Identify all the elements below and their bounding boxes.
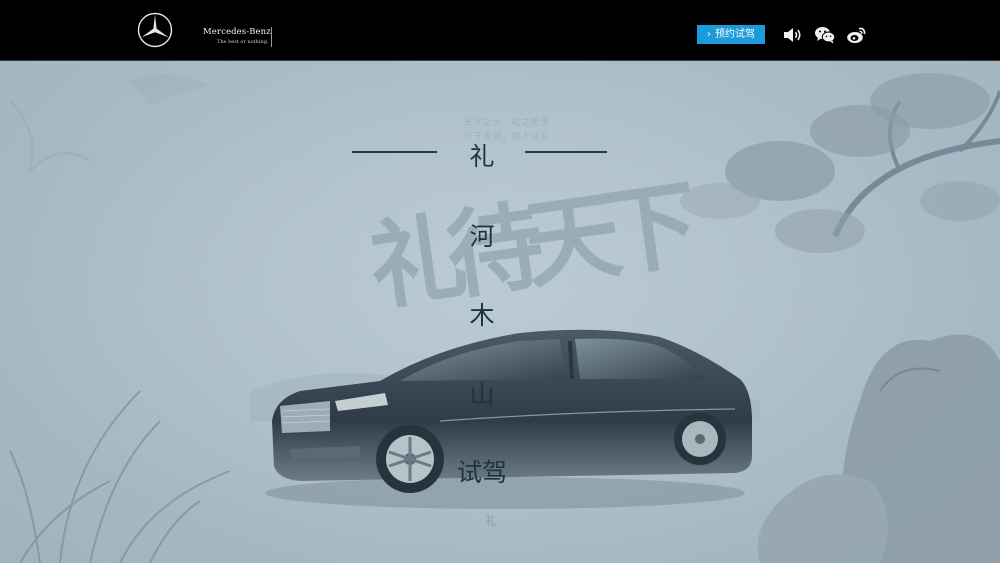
- title-char-li: 礼: [469, 142, 495, 171]
- top-bar: Mercedes-Benz The best or nothing. › 预约试…: [0, 0, 1000, 61]
- seal-stamp: 礼: [485, 514, 498, 528]
- ghost-verse-line: 天下之大，礼之所至: [464, 118, 550, 128]
- weibo-icon[interactable]: [846, 25, 868, 45]
- ghost-verse: 天下之大，礼之所至 行于世间，待人以礼: [412, 116, 602, 144]
- title-test-drive: 试驾: [456, 458, 508, 487]
- book-test-drive-label: 预约试驾: [715, 29, 755, 40]
- brand-wordmark[interactable]: Mercedes-Benz The best or nothing.: [203, 27, 272, 47]
- title-char-mu: 木: [469, 301, 495, 330]
- main-stage: 天下之大，礼之所至 行于世间，待人以礼 礼待天下 礼 河 木 山 试驾 礼: [0, 61, 1000, 563]
- mercedes-star-icon[interactable]: [137, 12, 173, 48]
- title-rule-left: [352, 151, 437, 153]
- title-char-he: 河: [469, 222, 495, 251]
- sound-icon[interactable]: [781, 25, 803, 45]
- ghost-verse-line: 行于世间，待人以礼: [464, 132, 550, 142]
- book-test-drive-button[interactable]: › 预约试驾: [697, 25, 765, 44]
- chevron-right-icon: ›: [707, 29, 711, 40]
- title-char-shan: 山: [469, 380, 495, 409]
- title-rule-right: [525, 151, 607, 153]
- brand-slogan: The best or nothing.: [217, 39, 269, 45]
- brand-name: Mercedes-Benz: [203, 27, 271, 37]
- wechat-icon[interactable]: [814, 25, 836, 45]
